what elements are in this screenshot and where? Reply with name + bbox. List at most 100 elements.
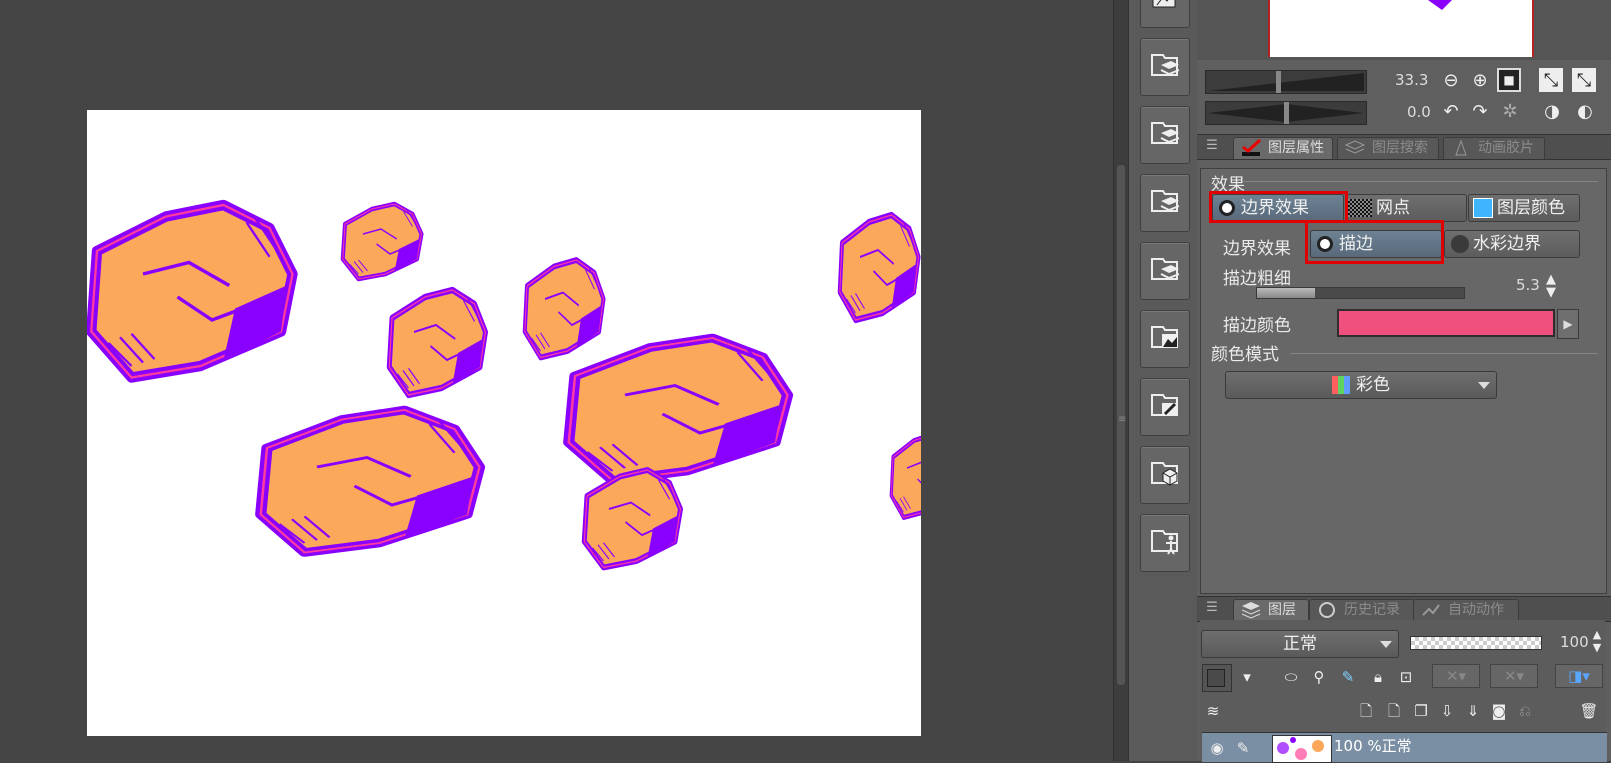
halftone-icon xyxy=(1348,199,1372,217)
palette-figure-button[interactable] xyxy=(1140,514,1190,572)
zoom-value: 33.3 xyxy=(1395,71,1429,89)
grip-icon: ≡ xyxy=(1118,414,1127,425)
layer-row[interactable]: ◉ ✎ 100 %正常 xyxy=(1202,732,1607,763)
layer-stack-icon xyxy=(1151,258,1180,280)
layer-thumbnail xyxy=(1272,735,1332,763)
layer-color-button[interactable]: 图层颜色 xyxy=(1468,194,1580,222)
workspace-scrollbar[interactable]: ≡ xyxy=(1113,0,1128,761)
rotate-right-icon[interactable]: ↷ xyxy=(1467,99,1493,125)
layer-stack-icon xyxy=(1151,122,1180,144)
stroke-width-slider[interactable] xyxy=(1256,287,1465,299)
tab-layer-property[interactable]: 图层属性 xyxy=(1233,137,1333,159)
rotate-value: 0.0 xyxy=(1407,103,1431,121)
property-tabbar: ☰ 图层属性 图层搜索 动画胶片 xyxy=(1197,134,1611,160)
navigator-preview[interactable] xyxy=(1268,0,1534,57)
palette-layer-button-1[interactable] xyxy=(1140,38,1190,96)
fit-actual-size-icon[interactable]: ■ xyxy=(1497,68,1521,92)
color-mode-dropdown[interactable]: 彩色 xyxy=(1225,371,1497,399)
layer-color-dropdown[interactable] xyxy=(1202,664,1232,692)
reference-layer-icon[interactable]: ⚲ xyxy=(1308,666,1330,688)
zoom-in-icon[interactable]: ⊕ xyxy=(1467,68,1493,94)
lock-icon[interactable]: 🔒︎ xyxy=(1367,666,1389,688)
palette-image-button[interactable] xyxy=(1140,310,1190,368)
ruler-enable-icon[interactable]: ✕▾ xyxy=(1490,664,1538,688)
zoom-slider[interactable] xyxy=(1205,70,1367,94)
color-menu-arrow-icon[interactable]: ▶ xyxy=(1557,309,1579,339)
tab-label: 历史记录 xyxy=(1344,602,1400,618)
halftone-button[interactable]: 网点 xyxy=(1345,194,1467,222)
tab-animation-cels[interactable]: 动画胶片 xyxy=(1443,137,1545,159)
divider xyxy=(1243,181,1598,182)
highlight-border-effect xyxy=(1209,191,1348,223)
eye-icon[interactable]: ◉ xyxy=(1206,737,1228,759)
rotate-slider[interactable] xyxy=(1205,101,1367,125)
tab-auto-action[interactable]: 自动动作 xyxy=(1413,599,1519,621)
draft-layer-icon[interactable]: ✎ xyxy=(1337,666,1359,688)
dropdown-value: 彩色 xyxy=(1356,375,1390,395)
panel-menu-icon[interactable]: ☰ xyxy=(1199,595,1225,621)
tab-layer[interactable]: 图层 xyxy=(1233,599,1309,621)
stroke-width-stepper[interactable]: ▲ ▼ xyxy=(1538,273,1564,299)
new-folder-icon[interactable]: ❐ xyxy=(1410,700,1432,722)
button-label: 图层颜色 xyxy=(1497,198,1565,218)
stroke-width-label: 描边粗细 xyxy=(1223,269,1291,289)
stroke-color-label: 描边颜色 xyxy=(1223,316,1291,336)
border-effect-label: 边界效果 xyxy=(1223,239,1291,259)
flip-vertical-icon[interactable]: ◐ xyxy=(1572,99,1598,125)
create-mask-icon[interactable]: ◙ xyxy=(1488,700,1510,722)
flip-horizontal-icon[interactable]: ◑ xyxy=(1539,99,1565,125)
palette-layer-button-3[interactable] xyxy=(1140,174,1190,232)
reset-rotate-icon[interactable]: ✲ xyxy=(1497,99,1523,125)
rotate-left-icon[interactable]: ↶ xyxy=(1438,99,1464,125)
divider xyxy=(1290,353,1598,354)
tab-label: 图层 xyxy=(1268,602,1296,618)
fill-window-icon[interactable]: ⤡ xyxy=(1572,68,1596,92)
zoom-out-icon[interactable]: ⊖ xyxy=(1438,68,1464,94)
clip-layer-icon[interactable]: ⬭ xyxy=(1280,666,1302,688)
stroke-width-fill xyxy=(1257,288,1315,298)
palette-edit-button[interactable] xyxy=(1140,378,1190,436)
layer-stack-icon[interactable]: ≋ xyxy=(1202,700,1224,722)
watercolor-edge-button[interactable]: 水彩边界 xyxy=(1444,230,1580,258)
button-label: 水彩边界 xyxy=(1473,234,1541,254)
watercolor-icon xyxy=(1451,235,1469,253)
opacity-slider[interactable] xyxy=(1410,636,1542,650)
opacity-stepper[interactable]: ▲ ▼ xyxy=(1584,628,1610,654)
figure-icon xyxy=(1151,530,1178,555)
highlight-stroke-option xyxy=(1305,220,1444,264)
button-label: 网点 xyxy=(1376,198,1410,218)
stroke-color-swatch[interactable] xyxy=(1337,309,1555,337)
pen-icon[interactable]: ✎ xyxy=(1232,737,1254,759)
lock-transparent-icon[interactable]: ⊡ xyxy=(1395,666,1417,688)
palette-3d-button[interactable] xyxy=(1140,446,1190,504)
dropdown-value: 正常 xyxy=(1283,634,1317,654)
scrollbar-thumb[interactable] xyxy=(1117,165,1125,685)
drawing-canvas[interactable] xyxy=(87,110,921,736)
merge-down-icon[interactable]: ⇓ xyxy=(1462,700,1484,722)
fit-window-icon[interactable]: ⤡ xyxy=(1539,68,1563,92)
new-raster-layer-icon[interactable]: 🗋︎ xyxy=(1355,700,1377,722)
color-swatch-icon xyxy=(1207,669,1225,687)
tab-layer-search[interactable]: 图层搜索 xyxy=(1337,137,1439,159)
mask-enable-icon[interactable]: ✕▾ xyxy=(1432,664,1480,688)
canvas-workspace[interactable] xyxy=(0,0,1113,761)
palette-layer-button-2[interactable] xyxy=(1140,106,1190,164)
image-icon xyxy=(1151,326,1178,348)
layer-tabbar: ☰ 图层 历史记录 自动动作 xyxy=(1197,596,1611,622)
delete-layer-icon[interactable]: 🗑︎ xyxy=(1578,700,1600,722)
blend-mode-dropdown[interactable]: 正常 xyxy=(1201,630,1399,658)
layer-display-icon[interactable]: ◨▾ xyxy=(1555,664,1603,688)
rock-illustration xyxy=(87,110,921,736)
palette-navigator-button[interactable] xyxy=(1140,0,1190,28)
transfer-down-icon[interactable]: ⇩ xyxy=(1436,700,1458,722)
edit-icon xyxy=(1151,394,1178,416)
tab-history[interactable]: 历史记录 xyxy=(1309,599,1415,621)
tab-label: 图层搜索 xyxy=(1372,140,1428,156)
chevron-down-icon xyxy=(1478,382,1490,389)
chevron-down-icon[interactable]: ▾ xyxy=(1236,666,1258,688)
history-icon xyxy=(1319,602,1335,618)
apply-mask-icon[interactable]: ⎌ xyxy=(1514,700,1536,722)
panel-menu-icon[interactable]: ☰ xyxy=(1199,133,1225,159)
new-vector-layer-icon[interactable]: 🗋︎ xyxy=(1383,700,1405,722)
palette-layer-button-4[interactable] xyxy=(1140,242,1190,300)
